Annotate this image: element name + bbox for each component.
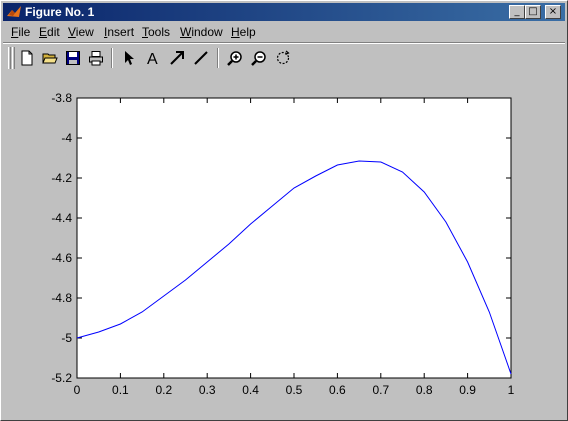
x-tick-label: 0.9 (459, 383, 476, 397)
menu-bar: File Edit View Insert Tools Window Help (3, 22, 565, 42)
menu-insert[interactable]: Insert (104, 25, 134, 39)
menu-edit[interactable]: Edit (39, 25, 60, 39)
menu-help[interactable]: Help (231, 25, 256, 39)
toolbar-grip[interactable] (12, 47, 15, 69)
window-title: Figure No. 1 (25, 5, 95, 19)
x-tick-label: 0.3 (199, 383, 216, 397)
maximize-icon: □ (528, 6, 538, 17)
minimize-button[interactable]: _ (509, 5, 525, 19)
zoom-in-button[interactable] (224, 47, 246, 69)
menu-window[interactable]: Window (180, 25, 223, 39)
title-bar[interactable]: Figure No. 1 _ □ × (3, 3, 565, 21)
close-button[interactable]: × (545, 5, 561, 19)
y-tick-label: -4 (61, 131, 72, 145)
maximize-button[interactable]: □ (525, 5, 541, 19)
x-tick-label: 0.2 (155, 383, 172, 397)
x-tick-label: 0.4 (242, 383, 259, 397)
zoom-in-icon (227, 51, 242, 66)
figure-window: Figure No. 1 _ □ × File Edit View Insert… (0, 0, 568, 421)
matlab-logo-icon (7, 6, 21, 17)
menu-tools[interactable]: Tools (142, 25, 170, 39)
x-tick-label: 0.7 (372, 383, 389, 397)
rotate-3d-button[interactable] (272, 47, 294, 69)
x-tick-label: 0 (74, 383, 81, 397)
x-tick-label: 0.8 (416, 383, 433, 397)
axes-labels: 0 0.1 0.2 0.3 0.4 0.5 0.6 0.7 0.8 0.9 1 -3.8 -4 -4.2 -… (51, 91, 514, 397)
x-tick-label: 0.6 (329, 383, 346, 397)
x-tick-label: 1 (508, 383, 515, 397)
insert-line-button[interactable] (190, 47, 212, 69)
arrow-pointer-icon (125, 51, 134, 65)
toolbar-separator (217, 48, 219, 68)
open-file-button[interactable] (39, 47, 61, 69)
save-button[interactable] (62, 47, 84, 69)
insert-arrow-icon (170, 51, 184, 65)
axes-ticks (76, 97, 512, 379)
open-folder-icon (42, 53, 58, 64)
toolbar: A (3, 45, 565, 71)
menu-toolbar-divider (3, 42, 565, 44)
toolbar-separator (111, 48, 113, 68)
insert-text-button[interactable]: A (142, 47, 164, 69)
insert-arrow-button[interactable] (166, 47, 188, 69)
zoom-out-icon (251, 51, 266, 66)
minimize-icon: _ (514, 6, 520, 17)
rotate-3d-icon (276, 50, 290, 65)
x-tick-label: 0.5 (286, 383, 303, 397)
insert-line-icon (194, 51, 208, 65)
menu-view[interactable]: View (68, 25, 94, 39)
x-tick-label: 0.1 (112, 383, 129, 397)
axes-background (77, 98, 511, 378)
edit-plot-button[interactable] (118, 47, 140, 69)
menu-file[interactable]: File (11, 25, 30, 39)
series-group (76, 160, 512, 375)
y-tick-label: -5 (61, 331, 72, 345)
y-tick-label: -4.4 (51, 211, 72, 225)
insert-text-icon: A (147, 51, 158, 66)
new-figure-button[interactable] (16, 47, 38, 69)
save-icon (66, 51, 80, 65)
print-button[interactable] (85, 47, 107, 69)
new-file-icon (21, 50, 33, 66)
axes-box (76, 97, 512, 379)
print-icon (89, 51, 103, 66)
zoom-out-button[interactable] (248, 47, 270, 69)
y-tick-label: -3.8 (51, 91, 72, 105)
y-tick-label: -4.2 (51, 171, 72, 185)
close-icon: × (548, 6, 558, 17)
svg-text:A: A (147, 51, 158, 66)
y-tick-label: -5.2 (51, 371, 72, 385)
toolbar-grip[interactable] (8, 47, 11, 69)
y-tick-label: -4.8 (51, 291, 72, 305)
y-tick-label: -4.6 (51, 251, 72, 265)
series-line-0 (76, 160, 512, 375)
